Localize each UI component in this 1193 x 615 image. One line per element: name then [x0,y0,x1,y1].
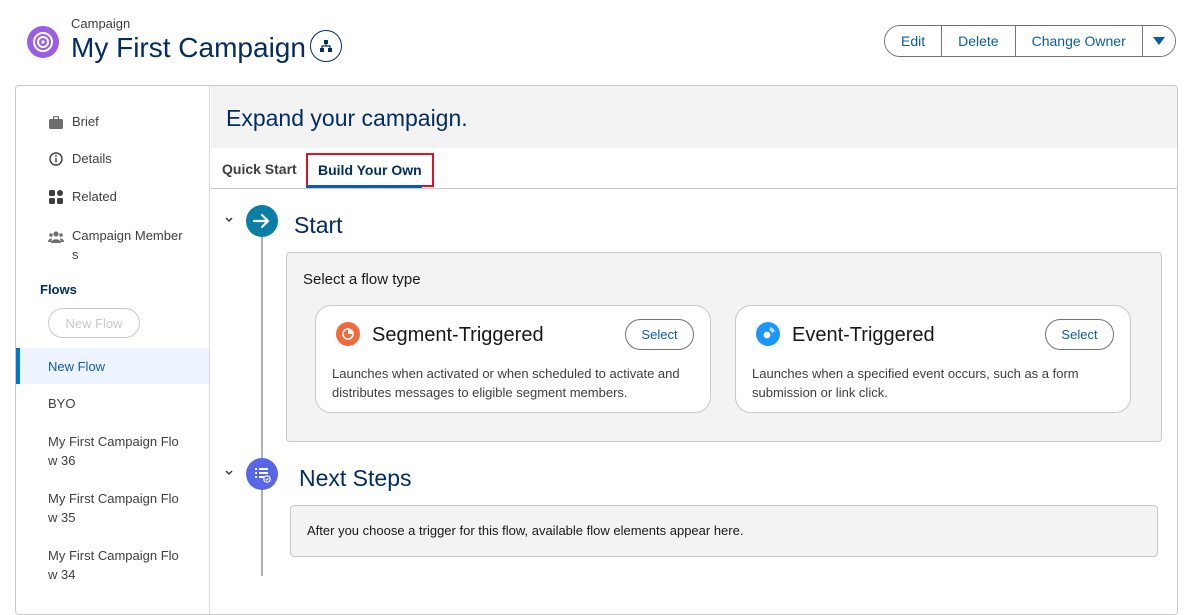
event-triggered-card: Event-Triggered Select Launches when a s… [735,305,1131,413]
edit-button[interactable]: Edit [885,26,943,56]
select-event-triggered-button[interactable]: Select [1045,319,1114,350]
campaign-target-icon [27,26,59,58]
collapse-next-steps-chevron-icon[interactable] [225,467,233,479]
briefcase-icon [48,114,64,130]
next-steps-text: After you choose a trigger for this flow… [307,523,744,538]
segment-triggered-card: Segment-Triggered Select Launches when a… [315,305,711,413]
flows-heading: Flows [40,282,77,297]
delete-button[interactable]: Delete [942,26,1016,56]
tab-bar: Quick Start Build Your Own [211,148,1177,189]
event-triggered-title: Event-Triggered [792,324,935,346]
sidebar-item-label-line1: Campaign Member [72,228,183,243]
sidebar-item-label: Brief [72,114,99,129]
sidebar-item-brief[interactable]: Brief [48,114,99,130]
flow-item-label: BYO [48,396,76,411]
content-header: Expand your campaign. [211,86,1177,148]
next-steps-title: Next Steps [299,465,412,491]
flow-item-label: New Flow [48,359,106,374]
new-flow-button[interactable]: New Flow [48,308,140,338]
content-area: Expand your campaign. Quick Start Build … [211,86,1177,614]
members-icon [48,229,64,245]
timeline-line [261,236,263,461]
flow-item-label-line1: My First Campaign Flo [48,434,179,449]
sidebar-item-label: Details [72,151,112,166]
timeline-line [261,486,263,576]
sidebar-item-details[interactable]: Details [48,151,112,167]
object-type-label: Campaign [71,16,131,31]
next-steps-panel: After you choose a trigger for this flow… [290,505,1158,557]
flow-type-panel: Select a flow type Segment-Triggered Sel… [286,252,1162,442]
sidebar-item-campaign-members[interactable]: Campaign Member s [48,226,183,264]
sidebar-flow-item[interactable]: BYO [16,394,209,413]
hierarchy-button[interactable] [310,30,342,62]
expand-heading: Expand your campaign. [226,105,468,131]
flow-item-label-line2: w 36 [48,453,76,468]
segment-icon [336,322,360,346]
sidebar: Brief Details Related Campaign Member s … [16,86,210,614]
sidebar-flow-item[interactable]: My First Campaign Flo w 36 [16,432,209,470]
sidebar-item-label: Related [72,189,117,204]
flow-item-label-line2: w 35 [48,510,76,525]
flow-type-label: Select a flow type [303,271,421,288]
flow-item-label-line2: w 34 [48,567,76,582]
active-tab-indicator [306,185,422,188]
sidebar-item-label: Campaign Member s [72,226,183,264]
select-segment-triggered-button[interactable]: Select [625,319,694,350]
flow-item-label-line1: My First Campaign Flo [48,548,179,563]
info-icon [48,151,64,167]
change-owner-button[interactable]: Change Owner [1015,26,1143,56]
next-steps-list-icon [246,458,278,490]
grid-icon [48,189,64,205]
sidebar-item-label-line2: s [72,247,79,262]
sidebar-flow-item[interactable]: My First Campaign Flo w 34 [16,546,209,584]
page-title: My First Campaign [71,32,306,63]
start-arrow-icon [246,205,278,237]
sidebar-item-related[interactable]: Related [48,189,117,205]
collapse-start-chevron-icon[interactable] [225,214,233,226]
main-card: Brief Details Related Campaign Member s … [15,85,1178,615]
start-step-title: Start [294,212,343,238]
page-header: Campaign My First Campaign Edit Delete C… [0,0,1193,86]
flow-item-label-line1: My First Campaign Flo [48,491,179,506]
chevron-down-icon [1152,37,1165,45]
segment-triggered-title: Segment-Triggered [372,324,544,346]
event-triggered-description: Launches when a specified event occurs, … [752,366,1079,400]
tab-build-your-own[interactable]: Build Your Own [306,153,434,187]
sidebar-flow-item[interactable]: New Flow [16,348,209,384]
hierarchy-icon [320,40,332,52]
segment-triggered-description: Launches when activated or when schedule… [332,366,680,400]
more-actions-button[interactable] [1142,26,1175,56]
event-icon [756,322,780,346]
sidebar-flow-item[interactable]: My First Campaign Flo w 35 [16,489,209,527]
header-actions: Edit Delete Change Owner [884,25,1176,57]
tab-quick-start[interactable]: Quick Start [222,161,297,177]
